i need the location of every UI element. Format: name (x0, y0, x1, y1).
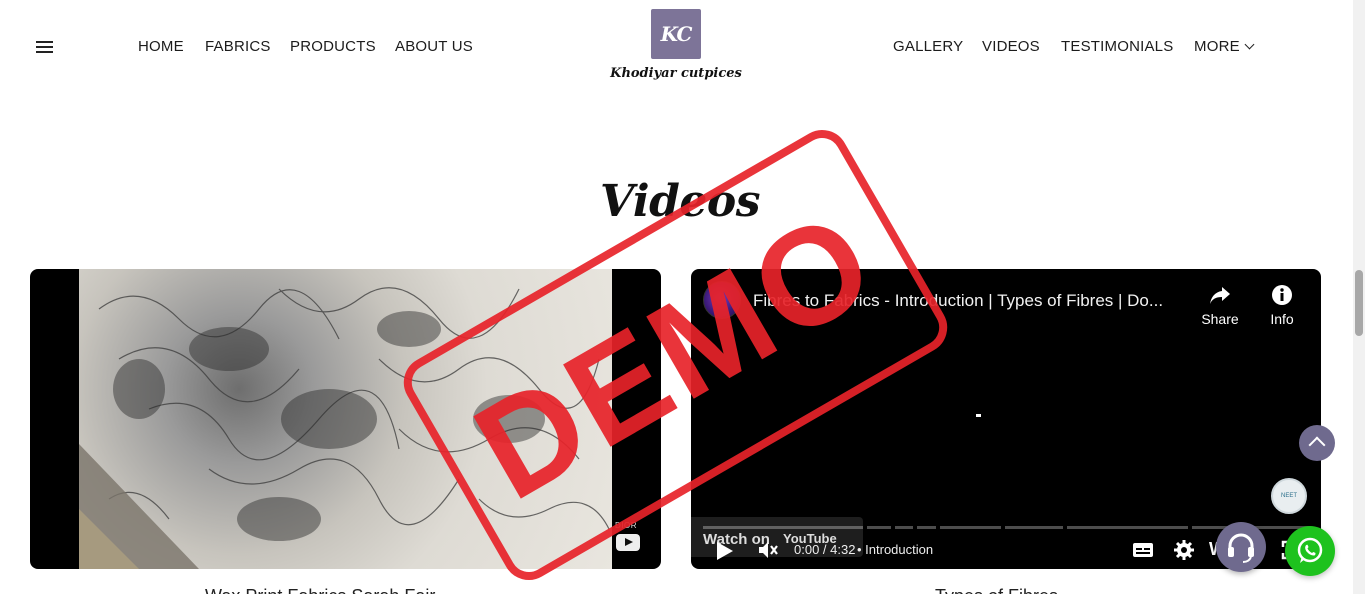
info-label: Info (1270, 311, 1294, 327)
logo-initials: KC (660, 22, 693, 46)
dior-label: DIOR (615, 521, 637, 530)
nav-link-home[interactable]: HOME (138, 38, 184, 56)
chevron-down-icon (1244, 39, 1255, 50)
settings-icon[interactable] (1173, 539, 1195, 566)
nav-link-fabrics[interactable]: FABRICS (205, 38, 271, 56)
headset-icon[interactable] (1216, 522, 1266, 572)
logo-text[interactable]: Khodiyar cutpices (606, 66, 746, 81)
video-frame-mark (976, 414, 981, 417)
nav-more-label: MORE (1194, 38, 1240, 55)
hamburger-menu-icon[interactable] (36, 40, 54, 54)
nav-link-more[interactable]: MORE (1194, 38, 1255, 56)
page-scrollbar[interactable] (1353, 0, 1365, 594)
mute-icon[interactable] (757, 539, 779, 566)
nav-link-gallery[interactable]: GALLERY (893, 38, 963, 56)
play-icon[interactable] (717, 542, 733, 560)
video-player-wax-print[interactable]: DIOR (30, 269, 661, 569)
chapter-label[interactable]: • Introduction (857, 542, 933, 557)
cc-icon[interactable] (1132, 541, 1154, 564)
share-label: Share (1201, 311, 1239, 327)
logo[interactable]: KC (651, 9, 701, 59)
time-display: 0:00 / 4:32 (794, 542, 856, 557)
youtube-icon (616, 534, 640, 551)
channel-watermark[interactable]: NEET (1271, 478, 1307, 514)
nav-link-videos[interactable]: VIDEOS (982, 38, 1040, 56)
video-title[interactable]: Fibres to Fabrics - Introduction | Types… (753, 291, 1163, 311)
nav-link-products[interactable]: PRODUCTS (290, 38, 376, 56)
video-caption-types-of-fibres[interactable]: Types of Fibres (935, 586, 1058, 594)
nav-link-testimonials[interactable]: TESTIMONIALS (1061, 38, 1173, 56)
share-icon (1195, 283, 1245, 307)
nav-link-about-us[interactable]: ABOUT US (395, 38, 473, 56)
whatsapp-icon[interactable] (1285, 526, 1335, 576)
channel-avatar[interactable] (703, 281, 741, 319)
arrow-up-icon[interactable] (1299, 425, 1335, 461)
info-button[interactable]: Info (1257, 283, 1307, 327)
section-title: Videos (600, 176, 760, 227)
video-thumbnail (79, 269, 612, 569)
share-button[interactable]: Share (1195, 283, 1245, 327)
info-icon (1257, 283, 1307, 307)
youtube-badge[interactable]: DIOR (611, 519, 645, 557)
channel-watermark-text: NEET (1280, 492, 1297, 499)
scrollbar-thumb[interactable] (1355, 270, 1363, 336)
video-caption-wax-print[interactable]: Wax Print Fabrics Sarah Fair... (205, 586, 449, 594)
